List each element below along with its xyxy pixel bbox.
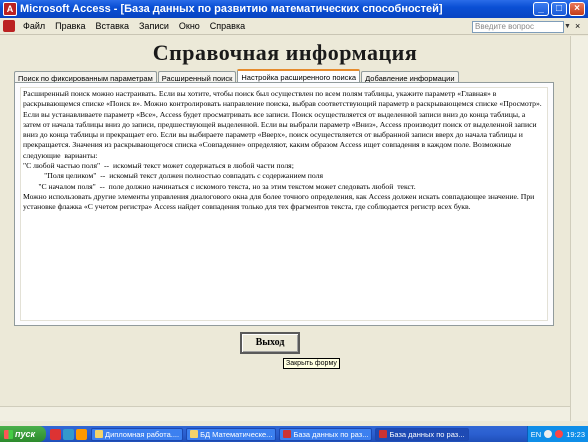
menu-window[interactable]: Окно xyxy=(174,21,205,31)
menu-help[interactable]: Справка xyxy=(205,21,250,31)
task-label: Дипломная работа.... xyxy=(105,429,180,439)
menu-bar: Файл Правка Вставка Записи Окно Справка … xyxy=(0,18,588,35)
document-close-icon[interactable]: × xyxy=(575,20,586,32)
vertical-scrollbar[interactable] xyxy=(570,36,588,421)
tab-advanced-search-settings[interactable]: Настройка расширенного поиска xyxy=(237,69,361,82)
word-document-icon xyxy=(95,430,103,438)
menu-file[interactable]: Файл xyxy=(18,21,50,31)
clock: 19:23 xyxy=(566,429,585,439)
task-button-active[interactable]: База данных по раз... xyxy=(375,427,469,441)
form-area: Справочная информация Поиск по фиксирова… xyxy=(0,36,588,421)
tab-advanced-search[interactable]: Расширенный поиск xyxy=(157,71,237,83)
exit-button[interactable]: Выход xyxy=(240,332,300,354)
access-icon xyxy=(379,430,388,438)
menu-records[interactable]: Записи xyxy=(134,21,174,31)
ask-dropdown-icon[interactable]: ▼ xyxy=(564,21,573,33)
task-label: База данных по раз... xyxy=(389,429,465,439)
task-button[interactable]: БД Математическе... xyxy=(186,427,277,441)
access-app-icon: A xyxy=(3,2,17,16)
task-button[interactable]: Дипломная работа.... xyxy=(91,427,184,441)
help-text-box[interactable]: Расширенный поиск можно настраивать. Есл… xyxy=(20,87,548,321)
minimize-button[interactable]: _ xyxy=(533,2,549,16)
form-body: Справочная информация Поиск по фиксирова… xyxy=(0,36,570,406)
task-label: БД Математическе... xyxy=(200,429,273,439)
tray-icon[interactable] xyxy=(555,430,564,438)
tab-panel: Расширенный поиск можно настраивать. Есл… xyxy=(14,82,554,326)
start-button[interactable]: пуск xyxy=(0,426,46,442)
quick-launch xyxy=(50,428,87,440)
quick-launch-icon[interactable] xyxy=(76,428,87,440)
tray-icon[interactable] xyxy=(544,430,553,438)
windows-flag-icon xyxy=(4,429,13,439)
menu-edit[interactable]: Правка xyxy=(50,21,90,31)
folder-icon xyxy=(190,430,199,438)
menu-insert[interactable]: Вставка xyxy=(91,21,134,31)
window-title: Microsoft Access - [База данных по разви… xyxy=(20,3,443,15)
tab-fixed-search[interactable]: Поиск по фиксированным параметрам xyxy=(14,71,157,83)
access-icon xyxy=(283,430,292,438)
quick-launch-icon[interactable] xyxy=(63,428,74,440)
quick-launch-icon[interactable] xyxy=(50,428,61,440)
task-label: База данных по раз... xyxy=(293,429,369,439)
task-button[interactable]: База данных по раз... xyxy=(279,427,373,441)
exit-tooltip: Закрыть форму xyxy=(283,358,340,369)
tab-strip: Поиск по фиксированным параметрам Расшир… xyxy=(14,69,460,83)
maximize-button[interactable]: □ xyxy=(551,2,567,16)
page-title: Справочная информация xyxy=(152,40,418,65)
ask-question-input[interactable]: Введите вопрос xyxy=(472,21,564,33)
system-tray: EN 19:23 xyxy=(526,426,588,442)
horizontal-scrollbar[interactable] xyxy=(0,406,570,421)
start-label: пуск xyxy=(15,429,36,439)
taskbar: пуск Дипломная работа.... БД Математичес… xyxy=(0,426,588,442)
close-button[interactable]: × xyxy=(569,2,585,16)
title-bar: A Microsoft Access - [База данных по раз… xyxy=(0,0,588,18)
tab-add-info[interactable]: Добавление информации xyxy=(361,71,459,83)
document-icon[interactable] xyxy=(3,20,15,32)
language-indicator[interactable]: EN xyxy=(531,430,541,439)
